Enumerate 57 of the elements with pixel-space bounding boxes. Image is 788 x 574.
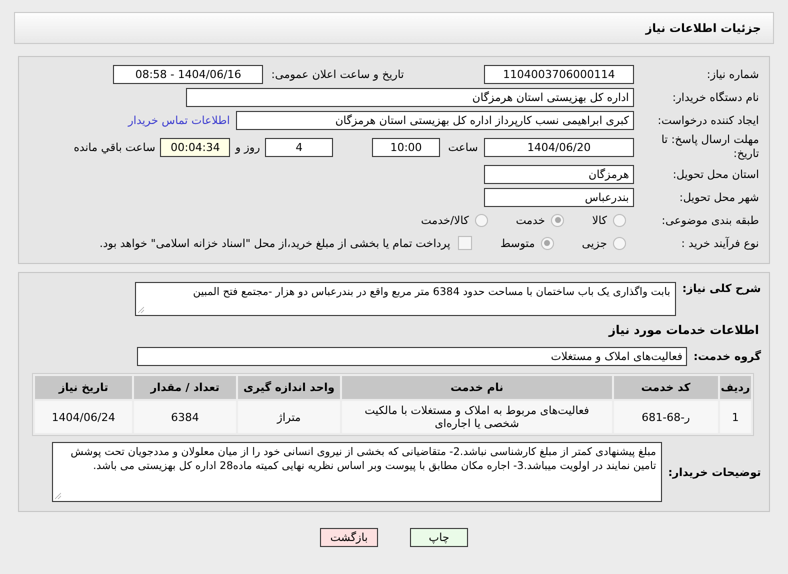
days-label: روز و <box>235 140 260 154</box>
payment-label: پرداخت تمام یا بخشی از مبلغ خرید،از محل "اسناد خزانه اسلامی" خواهد بود. <box>100 236 450 250</box>
table-cell: 6384 <box>134 401 236 433</box>
requester-field: کبری ابراهیمی نسب کارپرداز اداره کل بهزیستی استان هرمزگان <box>236 110 634 130</box>
buyer-notes-field: مبلغ پیشنهادی کمتر از مبلغ کارشناسی نباشد.2- متقاضیانی که بخشی از نیروی انسانی خود را از میان معلولان و مددجویان تحت پوشش تامین نمایند در اولویت میباشد.3- اجاره مکان مطابق با پیوست وبر اساس نظریه نهایی کمیته ماده28 اداره کل بهزیستی می باشد. <box>52 442 662 502</box>
time-label: ساعت <box>448 140 478 154</box>
radio-label: کالا <box>592 214 607 226</box>
column-header: واحد اندازه گیری <box>238 376 340 399</box>
province-field: هرمزگان <box>484 164 634 184</box>
field-label: شماره نیاز: <box>706 68 760 80</box>
service-group-field: فعالیت‌های املاک و مستغلات <box>137 346 688 366</box>
field-label: مهلت ارسال پاسخ: تا تاریخ: <box>660 133 760 161</box>
announce-date-field: 1404/06/16 - 08:58 <box>113 64 264 84</box>
buyer-contact-link[interactable]: اطلاعات تماس خریدار <box>128 114 230 126</box>
field-label: ایجاد کننده درخواست: <box>656 114 760 126</box>
column-header: ردیف <box>720 376 751 399</box>
deadline-date-field: 1404/06/20 <box>484 138 634 156</box>
table-cell: 1 <box>720 401 751 433</box>
column-header: تعداد / مقدار <box>134 376 236 399</box>
radio-button[interactable] <box>474 214 488 226</box>
table-cell: ر-68-681 <box>614 401 718 433</box>
table-cell: 1404/06/24 <box>35 401 132 433</box>
city-field: بندرعباس <box>484 188 634 206</box>
radio-label: خدمت <box>516 214 546 226</box>
remaining-label: ساعت باقي مانده <box>74 140 156 154</box>
radio-button[interactable] <box>613 236 626 250</box>
section-heading: اطلاعات خدمات مورد نیاز <box>608 323 760 337</box>
print-button[interactable]: چاپ <box>410 528 468 547</box>
days-field: 4 <box>265 138 334 156</box>
description-field: بابت واگذاری یک باب ساختمان با مساحت حدود 6384 متر مربع واقع در بندرعباس دو هزار -مجتمع فتح المبین <box>135 282 676 316</box>
field-label: شرح کلی نیاز: <box>681 282 762 295</box>
table-cell: فعالیت‌های مربوط به املاک و مستغلات با مالکیت شخصی یا اجاره‌ای <box>342 401 612 433</box>
field-label: نوع فرآیند خرید : <box>680 236 760 250</box>
radio-label: متوسط <box>500 236 535 250</box>
remaining-time-field: 00:04:34 <box>160 138 230 156</box>
checkbox[interactable] <box>458 236 472 250</box>
field-label: تاریخ و ساعت اعلان عمومی: <box>271 68 404 80</box>
need-number-field: 1104003706000114 <box>484 64 634 84</box>
radio-label: جزیی <box>582 236 607 250</box>
radio-button[interactable] <box>540 236 554 250</box>
radio-button[interactable] <box>613 214 626 226</box>
radio-label: کالا/خدمت <box>421 214 469 226</box>
field-label: استان محل تحویل: <box>672 168 760 180</box>
column-header: کد خدمت <box>614 376 718 399</box>
column-header: تاریخ نیاز <box>35 376 132 399</box>
deadline-time-field: 10:00 <box>372 138 440 156</box>
column-header: نام خدمت <box>342 376 612 399</box>
field-label: طبقه بندی موضوعی: <box>660 214 760 226</box>
field-label: گروه خدمت: <box>692 350 762 362</box>
table-cell: متراژ <box>238 401 340 433</box>
buyer-org-field: اداره کل بهزیستی استان هرمزگان <box>186 88 634 106</box>
field-label: نام دستگاه خریدار: <box>671 90 760 104</box>
radio-button[interactable] <box>551 214 564 226</box>
page-title: جزئیات اطلاعات نیاز <box>645 21 761 35</box>
field-label: شهر محل تحویل: <box>678 190 760 204</box>
field-label: توضیحات خریدار: <box>667 466 762 478</box>
back-button[interactable]: بازگشت <box>320 528 378 547</box>
